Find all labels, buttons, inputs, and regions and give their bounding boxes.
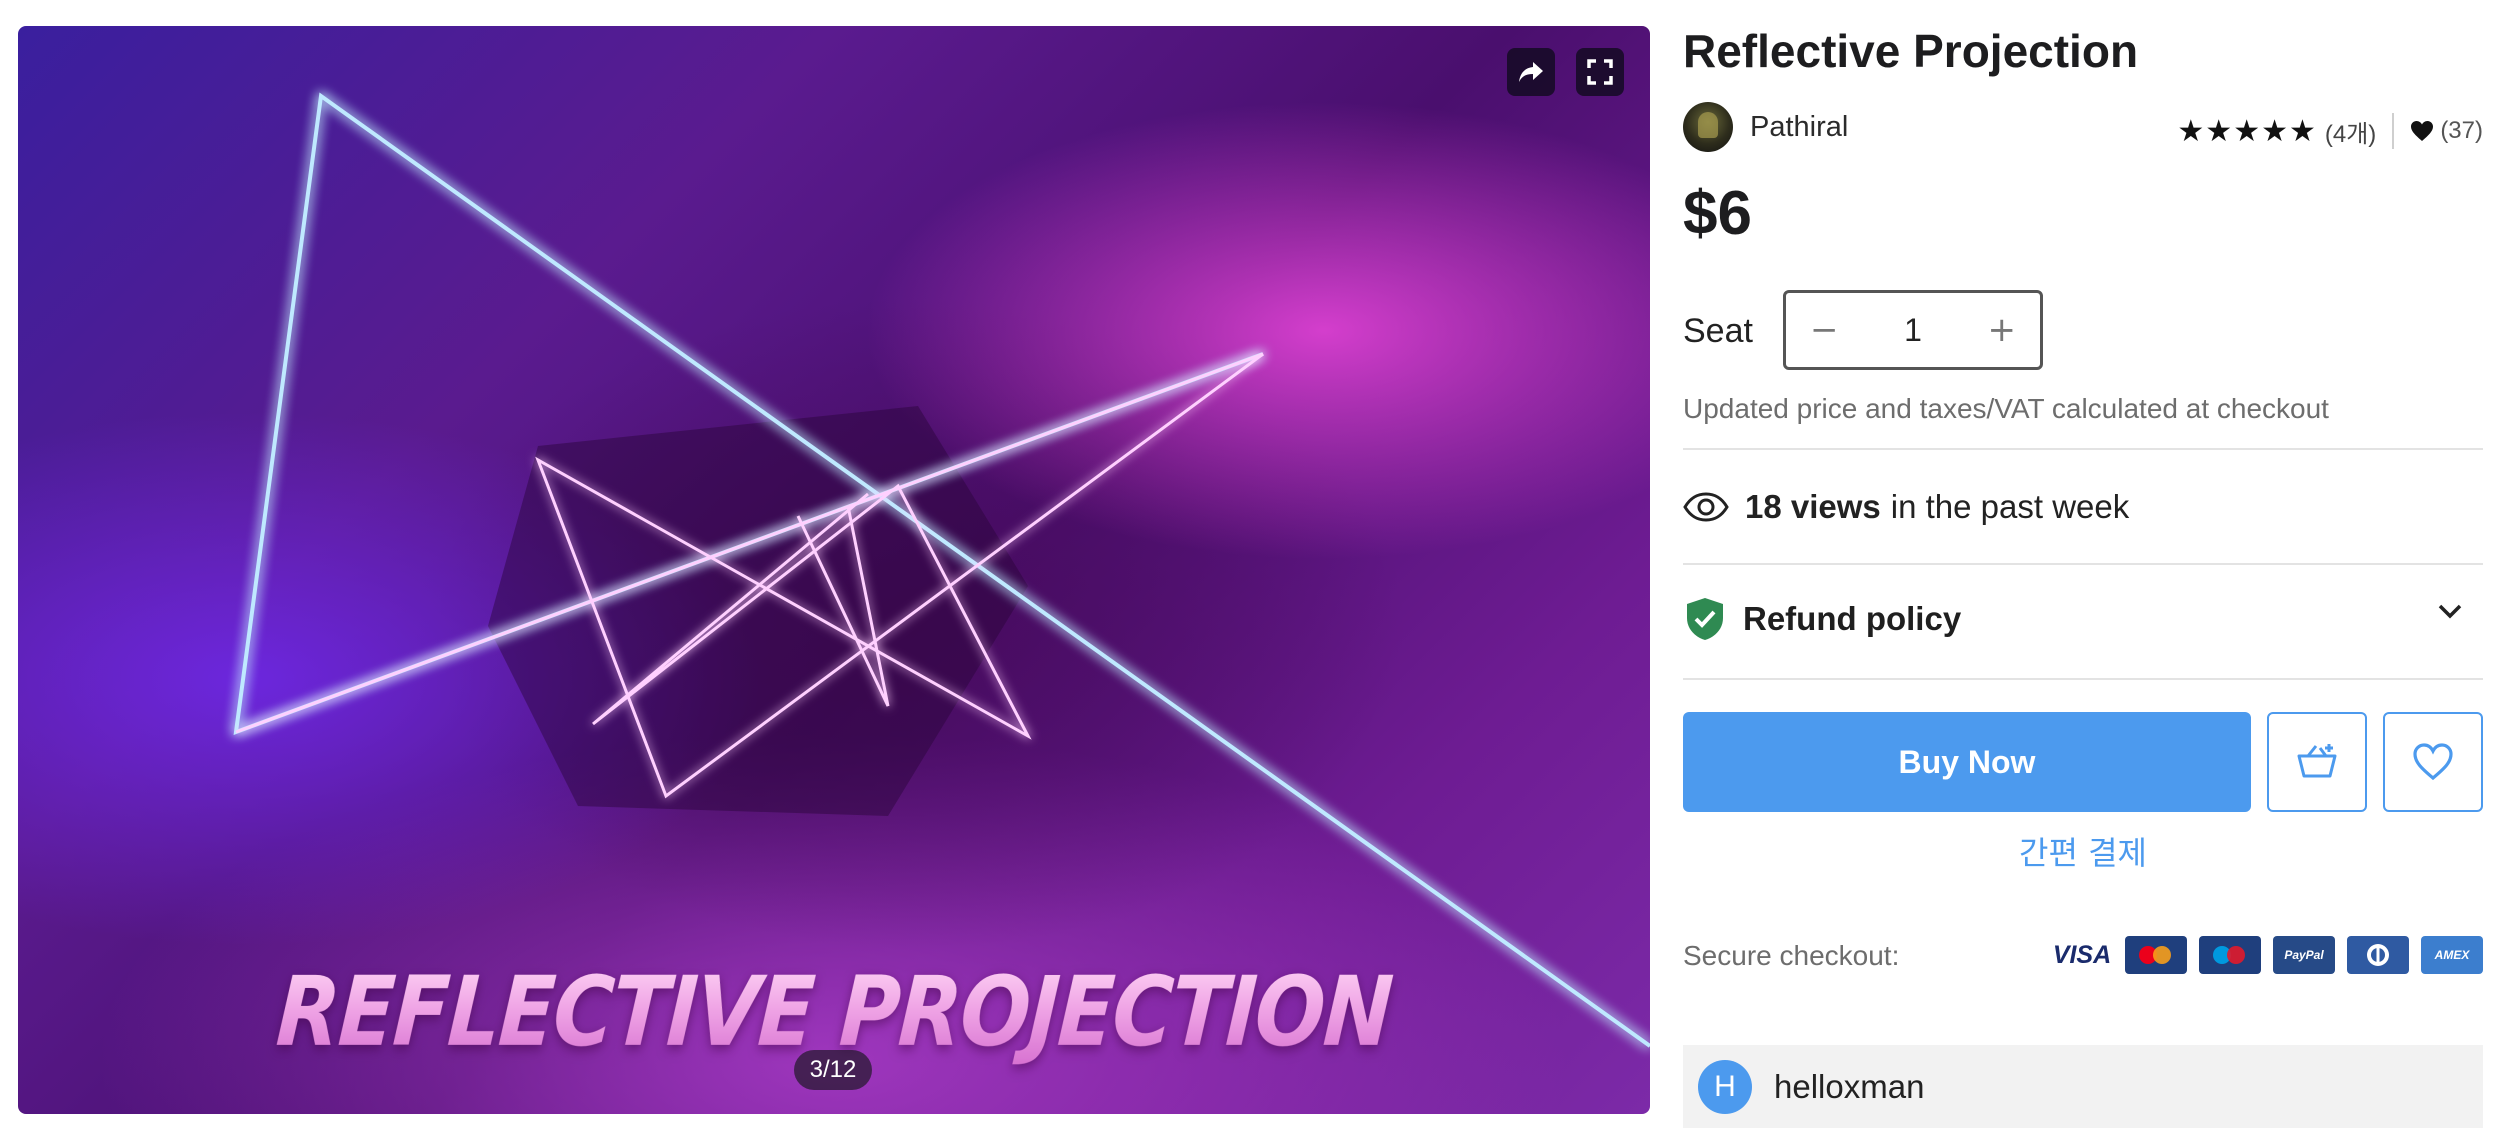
heart-outline-icon xyxy=(2413,743,2453,781)
decrement-button[interactable]: − xyxy=(1810,310,1839,350)
likes-count: (37) xyxy=(2440,117,2483,144)
refund-policy-toggle[interactable]: Refund policy xyxy=(1683,596,2483,642)
product-title: Reflective Projection xyxy=(1683,25,2139,77)
shield-check-icon xyxy=(1687,598,1723,640)
user-avatar: H xyxy=(1698,1059,1752,1114)
user-name: helloxman xyxy=(1774,1067,1925,1105)
views-count: 18 views xyxy=(1745,488,1881,525)
slide-counter: 3/12 xyxy=(794,1050,872,1090)
seat-quantity-value[interactable]: 1 xyxy=(1904,312,1922,349)
increment-button[interactable]: + xyxy=(1987,310,2016,350)
maestro-icon xyxy=(2199,936,2261,974)
eye-icon xyxy=(1683,492,1729,522)
seller-link[interactable]: Pathiral xyxy=(1683,102,1848,152)
share-arrow-icon xyxy=(1519,62,1543,82)
visa-card-icon: VISA xyxy=(2051,936,2113,974)
seller-name: Pathiral xyxy=(1750,110,1849,143)
user-profile-bar[interactable]: H helloxman xyxy=(1683,1045,2483,1128)
views-period: in the past week xyxy=(1890,488,2130,525)
product-image-gallery[interactable]: REFLECTIVE PROJECTION 3/12 xyxy=(18,26,1650,1114)
diners-club-icon xyxy=(2347,936,2409,974)
refund-policy-label: Refund policy xyxy=(1743,600,1962,637)
chevron-down-icon xyxy=(2438,604,2462,619)
mastercard-icon xyxy=(2125,936,2187,974)
wishlist-button[interactable] xyxy=(2383,712,2483,812)
rating-count: (4개) xyxy=(2324,120,2377,148)
quick-pay-link[interactable]: 간편 결제 xyxy=(1683,828,2483,874)
share-button[interactable] xyxy=(1507,48,1555,96)
product-artwork xyxy=(233,92,1650,1048)
seller-avatar xyxy=(1683,102,1733,152)
product-panel: Reflective Projection Pathiral ★★★★★ (4개… xyxy=(1683,0,2483,1128)
heart-icon xyxy=(2411,121,2434,141)
add-to-cart-button[interactable] xyxy=(2267,712,2367,812)
fullscreen-icon xyxy=(1587,59,1613,85)
seat-label: Seat xyxy=(1683,312,1753,350)
divider xyxy=(1683,678,2483,680)
seat-quantity-stepper: − 1 + xyxy=(1783,290,2043,370)
product-price: $6 xyxy=(1683,179,1752,248)
amex-icon: AMEX xyxy=(2421,936,2483,974)
weekly-views: 18 views in the past week xyxy=(1683,488,2129,526)
rating-summary[interactable]: ★★★★★ (4개) (37) xyxy=(2177,113,2483,149)
price-note: Updated price and taxes/VAT calculated a… xyxy=(1683,393,2329,424)
likes-count-group[interactable]: (37) xyxy=(2410,117,2483,145)
buy-now-button[interactable]: Buy Now xyxy=(1683,712,2251,812)
fullscreen-button[interactable] xyxy=(1576,48,1624,96)
rating-separator xyxy=(2392,113,2395,149)
divider xyxy=(1683,563,2483,565)
paypal-icon: PayPal xyxy=(2273,936,2335,974)
secure-checkout-label: Secure checkout: xyxy=(1683,940,1900,971)
rating-stars-icon: ★★★★★ xyxy=(2177,113,2317,149)
basket-plus-icon xyxy=(2297,744,2337,778)
divider xyxy=(1683,448,2483,450)
payment-methods: VISA PayPal AMEX xyxy=(2051,936,2483,974)
diners-club-logo xyxy=(2367,944,2389,966)
